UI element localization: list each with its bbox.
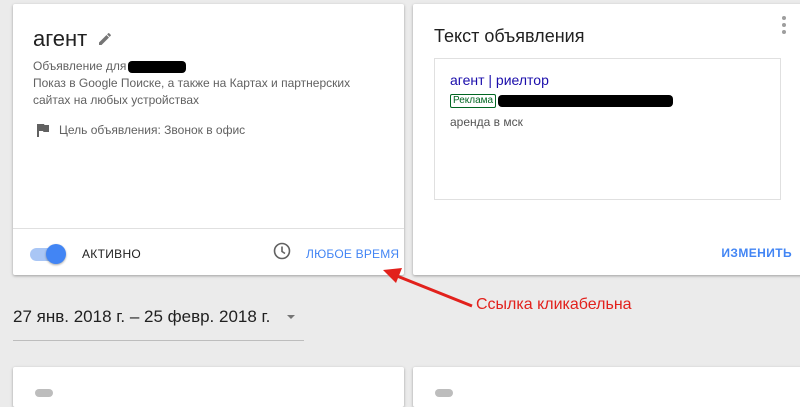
status-label: АКТИВНО [82,247,142,261]
partial-text [35,389,53,397]
ad-text-card: Текст объявления агент | риелтор Реклама… [413,4,800,275]
campaign-description: Объявление для Показ в Google Поиске, а … [33,58,393,109]
clock-icon [273,242,291,260]
campaign-card: агент Объявление для Показ в Google Поис… [13,4,404,275]
ad-url-row: Реклама [450,94,674,108]
description-line: сайтах на любых устройствах [33,93,200,107]
annotation-text: Ссылка кликабельна [476,296,632,313]
campaign-goal: Цель объявления: Звонок в офис [36,122,245,138]
pencil-icon[interactable] [97,31,113,47]
more-vert-icon[interactable] [782,16,786,37]
ad-description: аренда в мск [450,115,523,129]
dropdown-arrow-icon [287,315,295,319]
schedule-link[interactable]: ЛЮБОЕ ВРЕМЯ [306,247,399,261]
bottom-card-left [13,367,404,407]
ad-headline: агент | риелтор [450,72,549,88]
card-divider [13,228,404,229]
date-range-selector[interactable]: 27 янв. 2018 г. – 25 февр. 2018 г. [13,305,304,341]
campaign-title-row: агент [33,26,113,52]
bottom-card-right [413,367,800,407]
redacted-block [128,60,187,73]
date-range-label: 27 янв. 2018 г. – 25 февр. 2018 г. [13,307,271,326]
campaign-title: агент [33,26,88,51]
toggle-knob [46,244,66,264]
ad-text-title: Текст объявления [434,26,585,46]
active-toggle[interactable] [30,243,68,265]
ad-badge: Реклама [450,94,497,108]
description-line: Показ в Google Поиске, а также на Картах… [33,76,351,90]
goal-text: Цель объявления: Звонок в офис [59,123,246,137]
change-button[interactable]: ИЗМЕНИТЬ [721,246,792,260]
flag-icon [37,123,49,137]
ad-preview: агент | риелтор Реклама аренда в мск [434,58,781,200]
description-prefix: Объявление для [33,59,127,73]
redacted-url [498,95,674,107]
partial-text [435,389,453,397]
